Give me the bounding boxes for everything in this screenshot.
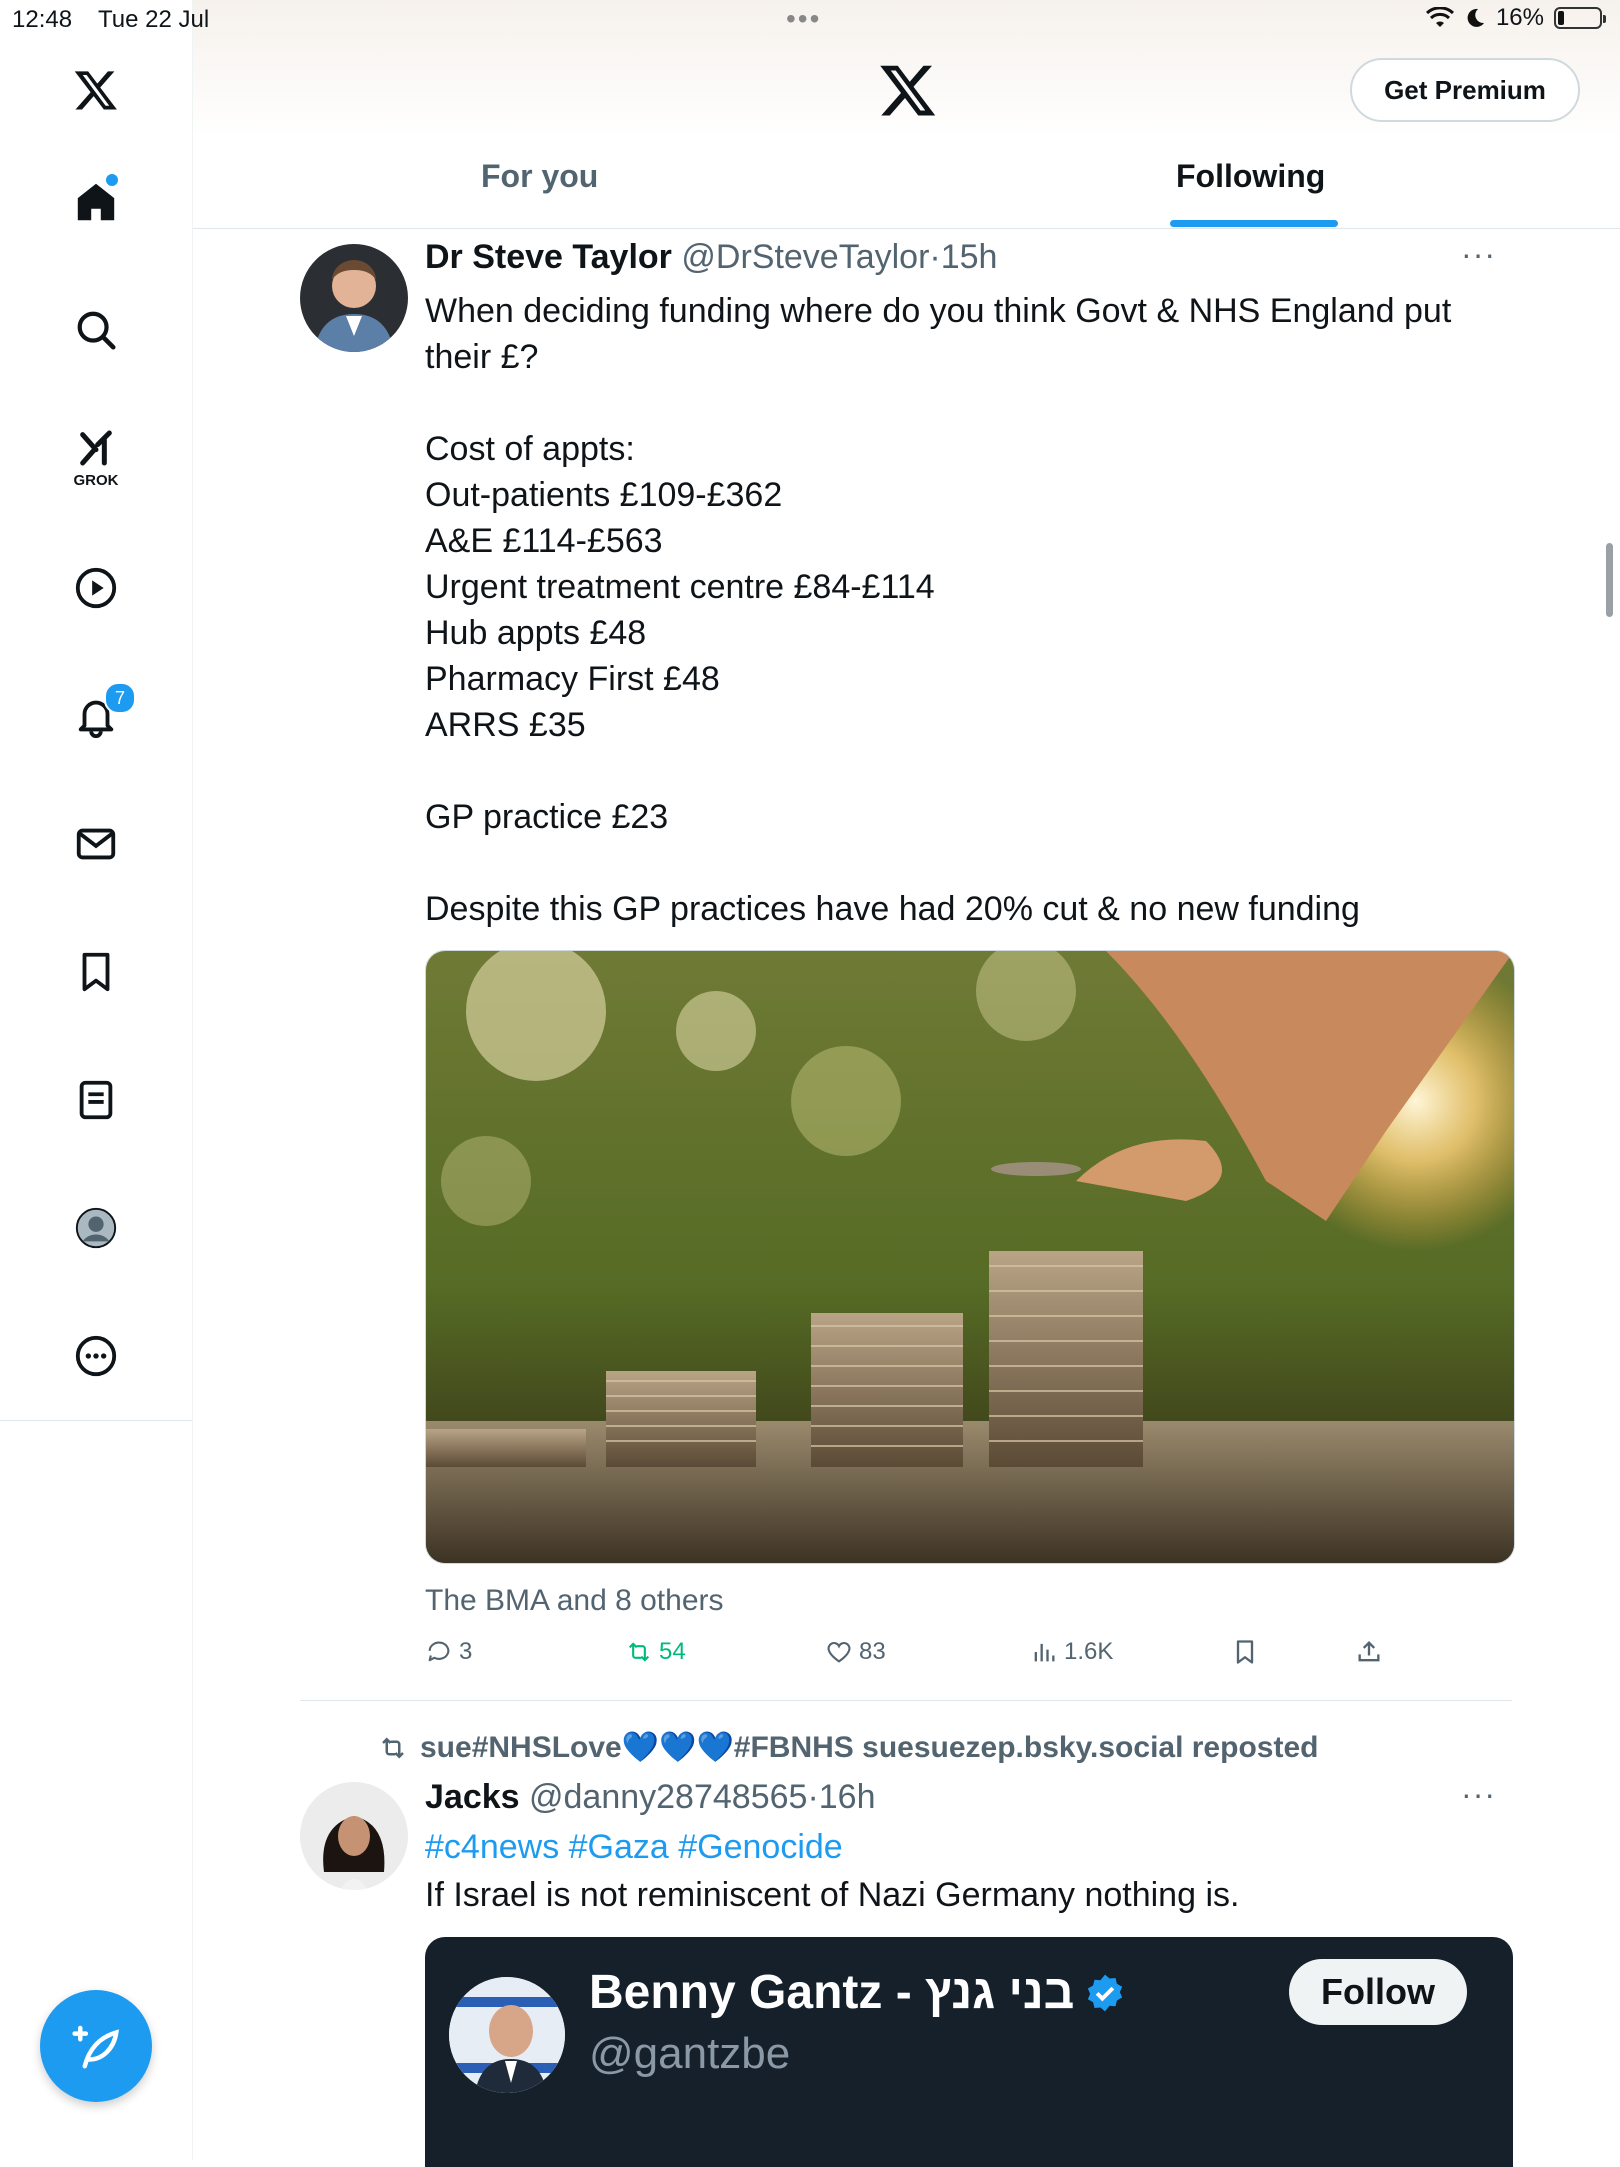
notifications-bell-icon[interactable]: 7 (60, 680, 136, 752)
views-chart-icon (1034, 1643, 1055, 1662)
repost-count: 54 (659, 1638, 686, 1665)
repost-icon (628, 1642, 650, 1662)
compose-feather-icon (72, 2025, 119, 2069)
tweet-text: If Israel is not reminiscent of Nazi Ger… (425, 1876, 1240, 1914)
like-count: 83 (859, 1638, 886, 1665)
notifications-count-badge: 7 (104, 682, 136, 714)
reposted-by-label: sue#NHSLove💙💙💙#FBNHS suesuezep.bsky.soci… (420, 1731, 1319, 1764)
tweet-hashtags[interactable]: #c4news #Gaza #Genocide (425, 1824, 1485, 1870)
moon-icon (1467, 8, 1484, 27)
reply-icon (428, 1641, 450, 1662)
status-time: 12:48 (12, 6, 73, 33)
bookmark-icon (1236, 1640, 1254, 1664)
tweet-text: When deciding funding where do you think… (425, 292, 1452, 928)
get-premium-button[interactable]: Get Premium (1350, 58, 1580, 122)
scrollbar[interactable] (1606, 543, 1613, 617)
wifi-icon (1425, 7, 1454, 27)
status-date: Tue 22 Jul (98, 6, 210, 33)
share-icon (1358, 1641, 1380, 1662)
tweet-time[interactable]: ·15h (929, 238, 997, 276)
lists-icon[interactable] (60, 1064, 132, 1136)
tweet-time[interactable]: ·16h (807, 1778, 875, 1816)
author-name[interactable]: Jacks (425, 1778, 520, 1816)
tweet[interactable]: Dr Steve Taylor @DrSteveTaylor·15h ··· W… (300, 236, 1515, 1698)
status-right: 16% (1425, 4, 1606, 32)
more-options-icon[interactable] (60, 1320, 132, 1392)
reply-button[interactable]: 3 (425, 1638, 472, 1666)
embedded-author-name-text: Benny Gantz - בני גנץ (589, 1966, 1075, 2019)
video-icon[interactable] (60, 552, 132, 624)
repost-context-icon (382, 1736, 404, 1759)
battery-icon (1554, 7, 1606, 29)
messages-envelope-icon[interactable] (60, 808, 132, 880)
views-button[interactable]: 1.6K (1030, 1638, 1113, 1666)
x-logo-icon[interactable] (60, 54, 132, 126)
embedded-author-name: Benny Gantz - בני גנץ (589, 1965, 1126, 2020)
like-button[interactable]: 83 (825, 1638, 886, 1666)
embedded-media-card[interactable]: Benny Gantz - בני גנץ @gantzbe Follow (425, 1937, 1513, 2167)
sidebar: GROK 7 (0, 0, 193, 1421)
embedded-author-handle: @gantzbe (589, 2029, 791, 2078)
tweet-header: Jacks @danny28748565·16h (425, 1778, 876, 1817)
tweet-header: Dr Steve Taylor @DrSteveTaylor·15h (425, 238, 997, 277)
heart-icon (827, 1641, 851, 1663)
embedded-follow-button[interactable]: Follow (1289, 1959, 1467, 2025)
social-context[interactable]: The BMA and 8 others (425, 1584, 724, 1618)
bookmarks-icon[interactable] (60, 936, 132, 1008)
sidebar-divider (192, 1420, 193, 2160)
tweet-media-image[interactable] (425, 950, 1515, 1564)
tweet-more-icon[interactable]: ··· (1461, 1776, 1496, 1813)
repost-button[interactable]: 54 (625, 1638, 686, 1666)
multitasking-dots[interactable]: ••• (786, 5, 821, 33)
tab-following[interactable]: Following (1176, 158, 1325, 195)
profile-avatar-icon[interactable] (60, 1192, 132, 1264)
repost-context[interactable]: sue#NHSLove💙💙💙#FBNHS suesuezep.bsky.soci… (378, 1730, 1318, 1765)
battery-percent: 16% (1495, 4, 1544, 31)
author-handle[interactable]: @DrSteveTaylor (681, 238, 929, 276)
embedded-avatar (449, 1977, 565, 2093)
bookmark-button[interactable] (1231, 1638, 1259, 1666)
avatar[interactable] (300, 1782, 408, 1890)
grok-label: GROK (73, 472, 119, 489)
status-bar: 12:48 Tue 22 Jul ••• 16% (0, 0, 1620, 40)
search-icon[interactable] (60, 294, 132, 366)
tweet-more-icon[interactable]: ··· (1461, 236, 1496, 273)
tweet-actions: 3 54 83 1.6K (425, 1638, 1425, 1678)
views-count: 1.6K (1064, 1638, 1114, 1665)
grok-icon[interactable]: GROK (60, 420, 132, 492)
x-logo-center-icon[interactable] (878, 60, 938, 120)
tweet-divider (300, 1700, 1512, 1701)
compose-post-button[interactable] (40, 1990, 152, 2102)
verified-badge-icon (1088, 1974, 1123, 2011)
reply-count: 3 (459, 1638, 473, 1665)
home-icon[interactable] (60, 166, 132, 238)
avatar[interactable] (300, 244, 408, 352)
author-handle[interactable]: @danny28748565 (529, 1778, 807, 1816)
tab-for-you[interactable]: For you (481, 158, 598, 195)
home-unread-dot (104, 172, 120, 188)
share-button[interactable] (1355, 1638, 1383, 1666)
active-tab-indicator (1170, 220, 1338, 227)
author-name[interactable]: Dr Steve Taylor (425, 238, 672, 276)
